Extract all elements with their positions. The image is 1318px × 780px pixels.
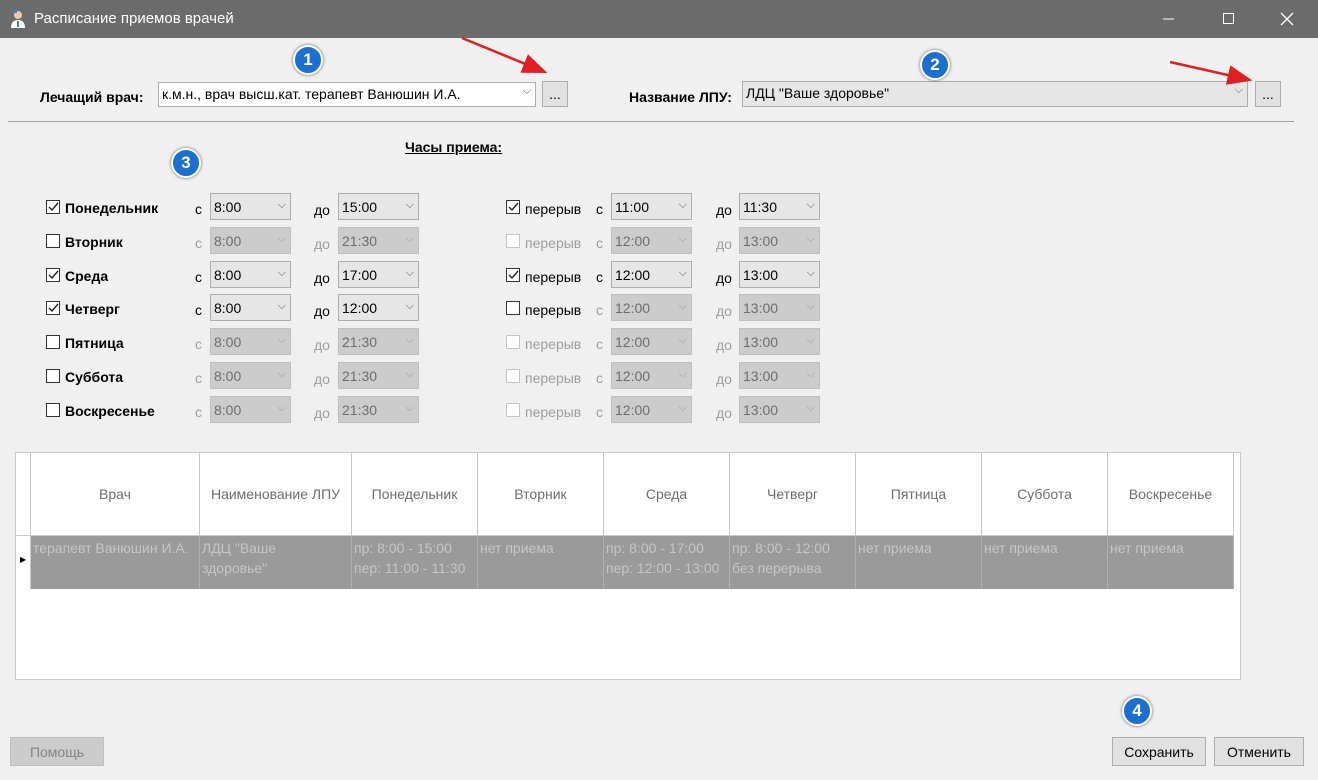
annotation-arrows bbox=[461, 36, 1253, 85]
annotation-arrow-2 bbox=[1169, 60, 1253, 85]
annotation-arrow-1 bbox=[461, 36, 548, 74]
